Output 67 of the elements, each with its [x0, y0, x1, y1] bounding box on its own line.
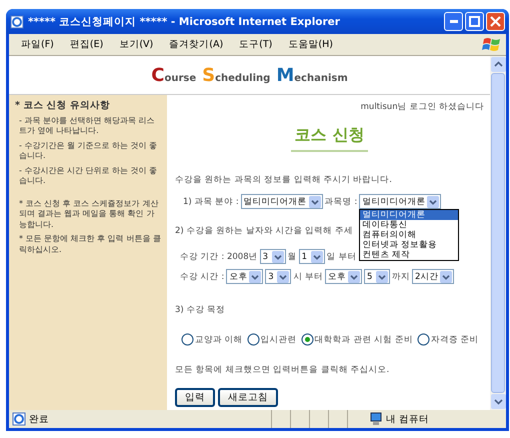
minimize-button[interactable] — [444, 12, 463, 31]
menu-item[interactable]: 도구(T) — [231, 38, 280, 51]
dropdown-option[interactable]: 컴퓨터의이해 — [360, 230, 458, 240]
radio-option[interactable]: 입시관련 — [246, 333, 297, 346]
maximize-button[interactable] — [465, 12, 484, 31]
menu-item[interactable]: 도움말(H) — [280, 38, 341, 51]
browser-icon — [10, 14, 24, 28]
form-label: 수강 시간 : — [180, 270, 224, 282]
instruction-text: 수강을 원하는 과목의 정보를 입력해 주시기 바랍니다. — [175, 174, 393, 186]
radio-option[interactable]: 교양과 이해 — [181, 333, 243, 346]
sidebar-note: - 수강시간은 시간 단위로 하는 것이 좋습니다. — [18, 166, 158, 186]
scroll-up-icon — [490, 57, 506, 72]
sidebar-note: - 과목 분야를 선택하면 해당과목 리스트가 옆에 나타납니다. — [18, 116, 156, 136]
windows-logo-icon — [482, 36, 502, 54]
close-button[interactable] — [486, 12, 505, 31]
form-label: 시 부터 — [293, 270, 323, 282]
section-label: 3) 수강 목정 — [175, 304, 226, 316]
radio-button[interactable] — [181, 333, 194, 346]
form-label: 1) 과목 분야 : — [183, 196, 239, 208]
radio-button[interactable] — [246, 333, 260, 346]
radio-button[interactable] — [300, 333, 314, 346]
page-icon — [12, 412, 26, 426]
dropdown[interactable]: 3 — [260, 249, 286, 264]
scroll-thumb[interactable] — [491, 73, 505, 393]
sidebar-note: * 코스 신청 후 코스 스케쥴정보가 계산되며 결과는 웹과 메일을 통해 확인 가능합니다. — [18, 198, 160, 230]
scroll-down-icon — [490, 394, 506, 409]
dropdown[interactable]: 오후 — [226, 269, 264, 284]
status-text: 완료 — [29, 412, 50, 426]
login-notice: multisun님 로그인 하셨습니다 — [360, 101, 484, 113]
form-label: 수강 기간 : 2008년 — [180, 250, 258, 262]
radio-button[interactable] — [416, 333, 430, 346]
form-label: 일 부터 — [326, 250, 356, 262]
instruction-text: 모든 항목에 체크했으면 입력버튼을 클릭해 주십시오. — [175, 364, 390, 376]
site-logo: Course Scheduling Mechanism — [150, 64, 349, 88]
menu-item[interactable]: 보기(V) — [111, 38, 162, 51]
close-icon — [490, 16, 501, 27]
dropdown-option[interactable]: 데이타통신 — [360, 220, 458, 230]
dropdown-option[interactable]: 인터넷과 정보활용 — [360, 240, 458, 250]
form-button[interactable]: 입력 — [175, 388, 215, 407]
radio-option[interactable]: 자격증 준비 — [416, 333, 479, 346]
minimize-icon — [450, 20, 458, 23]
dropdown[interactable]: 2시간 — [412, 269, 454, 284]
sidebar-note: * 모든 문항에 체크한 후 입력 버튼을 클릭하십시오. — [18, 234, 161, 255]
dropdown-option[interactable]: 컨텐츠 제작 — [360, 250, 458, 260]
dropdown[interactable]: 5 — [364, 269, 390, 284]
menu-item[interactable]: 파일(F) — [13, 38, 62, 51]
dropdown[interactable]: 멀티미디어개론 — [240, 194, 323, 209]
maximize-icon — [469, 16, 480, 27]
form-button[interactable]: 새로고침 — [218, 388, 278, 407]
sidebar-note: - 수강기간은 월 기준으로 하는 것이 좋습니다. — [18, 140, 158, 162]
form-label: 과목명 : — [324, 196, 358, 208]
page-heading: 코스 신청 — [290, 125, 368, 152]
form-label: 까지 — [392, 270, 410, 282]
dropdown-option[interactable]: 멀티미디어개론 — [360, 210, 458, 220]
window-title: ***** 코스신청페이지 ***** - Microsoft Internet Explorer — [28, 14, 341, 28]
sidebar-heading: * 코스 신청 유의사항 — [15, 101, 111, 112]
security-zone: 내 컴퓨터 — [386, 412, 430, 426]
dropdown[interactable]: 오후 — [324, 269, 362, 284]
dropdown[interactable]: 3 — [265, 269, 292, 284]
vertical-scrollbar[interactable] — [490, 56, 506, 410]
menu-item[interactable]: 편집(E) — [62, 38, 112, 51]
computer-icon — [369, 412, 383, 426]
section-label: 2) 수강을 원하는 날자와 시간을 입력해 주세 — [175, 225, 353, 237]
form-label: 월 — [288, 250, 297, 262]
dropdown[interactable]: 1 — [298, 249, 325, 264]
menu-item[interactable]: 즐겨찾기(A) — [161, 38, 232, 51]
radio-option[interactable]: 대학학과 관련 시험 준비 — [300, 333, 413, 346]
